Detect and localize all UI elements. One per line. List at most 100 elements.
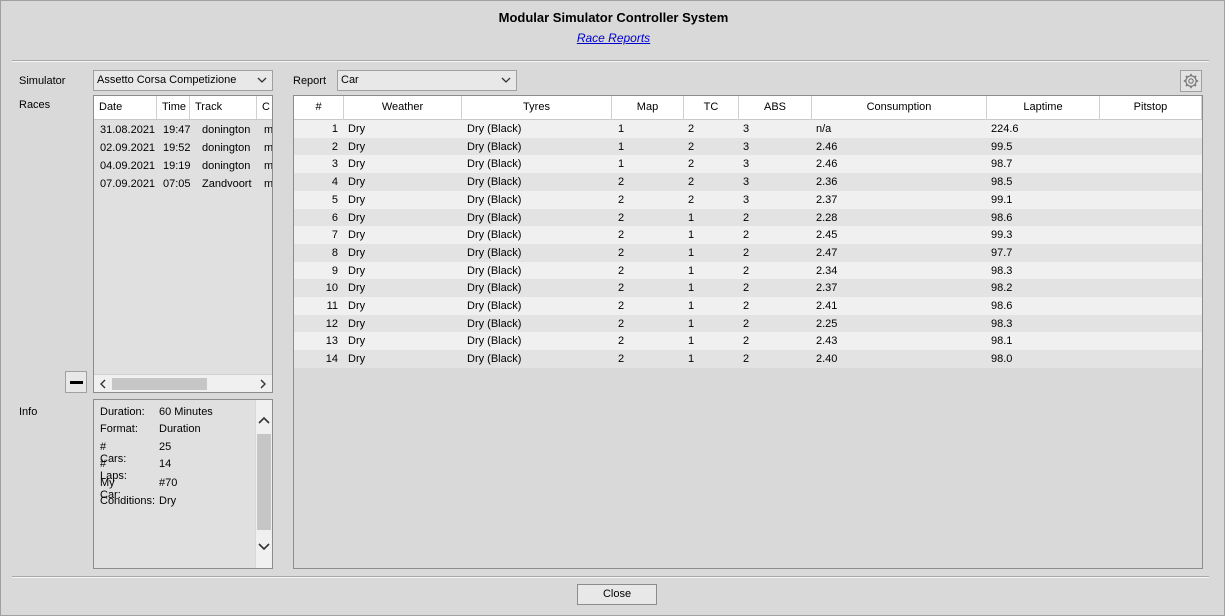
remove-race-button[interactable] [65, 371, 87, 393]
cell-tyres: Dry (Black) [467, 353, 522, 366]
column-header-time[interactable]: Time [157, 96, 190, 119]
scrollbar-thumb[interactable] [112, 378, 207, 390]
cell-laptime: 98.2 [991, 282, 1013, 295]
cell-map: 2 [618, 246, 625, 259]
cell-map: 1 [618, 123, 625, 135]
races-list[interactable]: Date Time Track C 31.08.2021 19:47 doningt… [93, 95, 273, 393]
cell-abs: 2 [743, 317, 750, 330]
cell-weather: Dry [348, 300, 366, 312]
cell-number: 3 [331, 158, 338, 171]
table-row[interactable]: 4 Dry Dry (Black) 2 2 3 2.36 98.5 [294, 173, 1202, 192]
report-label: Report [293, 75, 327, 87]
table-row[interactable]: 9 Dry Dry (Black) 2 1 2 2.34 98.3 [294, 261, 1202, 280]
chevron-down-icon[interactable] [257, 539, 271, 553]
table-row[interactable]: 12 Dry Dry (Black) 2 1 2 2.25 98.3 [294, 314, 1202, 333]
table-row[interactable]: 14 Dry Dry (Black) 2 1 2 2.40 98.0 [294, 350, 1202, 369]
info-key: Duration: [100, 406, 145, 418]
table-row[interactable]: 13 Dry Dry (Black) 2 1 2 2.43 98.1 [294, 332, 1202, 351]
cell-weather: Dry [348, 353, 366, 366]
column-header-c[interactable]: C [257, 96, 272, 119]
report-dropdown[interactable]: Car [337, 70, 517, 91]
table-row[interactable]: 8 Dry Dry (Black) 2 1 2 2.47 97.7 [294, 243, 1202, 262]
cell-abs: 2 [743, 211, 750, 224]
info-value: Duration [159, 423, 201, 435]
cell-tyres: Dry (Black) [467, 317, 522, 330]
cell-abs: 3 [743, 193, 750, 206]
simulator-dropdown-value: Assetto Corsa Competizione [97, 74, 237, 86]
races-horizontal-scrollbar[interactable] [94, 374, 272, 392]
close-button[interactable]: Close [577, 584, 657, 605]
list-item[interactable]: 02.09.2021 19:52 donington m [94, 139, 273, 157]
race-c: m [264, 124, 273, 136]
cell-consumption: 2.46 [816, 140, 838, 153]
column-header-pitstop[interactable]: Pitstop [1100, 96, 1202, 120]
simulator-label: Simulator [19, 75, 66, 87]
chevron-left-icon[interactable] [96, 377, 110, 391]
report-table-header: # Weather Tyres Map TC ABS Consumption Laptime P… [294, 96, 1202, 120]
cell-tyres: Dry (Black) [467, 264, 522, 277]
table-row[interactable]: 5 Dry Dry (Black) 2 2 3 2.37 99.1 [294, 190, 1202, 209]
cell-laptime: 98.7 [991, 158, 1013, 171]
cell-abs: 2 [743, 264, 750, 277]
cell-map: 2 [618, 353, 625, 366]
cell-number: 12 [325, 317, 338, 330]
list-item[interactable]: 31.08.2021 19:47 donington m [94, 121, 273, 139]
cell-laptime: 98.3 [991, 317, 1013, 330]
chevron-right-icon[interactable] [256, 377, 270, 391]
simulator-dropdown[interactable]: Assetto Corsa Competizione [93, 70, 273, 91]
gear-icon [1183, 73, 1199, 89]
list-item[interactable]: 04.09.2021 19:19 donington m [94, 157, 272, 175]
table-row[interactable]: 2 Dry Dry (Black) 1 2 3 2.46 99.5 [294, 137, 1202, 156]
cell-number: 14 [325, 353, 338, 366]
report-dropdown-value: Car [341, 74, 359, 86]
cell-abs: 3 [743, 176, 750, 189]
settings-button[interactable] [1180, 70, 1202, 92]
cell-laptime: 99.1 [991, 193, 1013, 206]
column-header-laptime[interactable]: Laptime [987, 96, 1100, 120]
cell-tyres: Dry (Black) [467, 335, 522, 348]
column-header-track[interactable]: Track [190, 96, 257, 119]
cell-consumption: 2.25 [816, 317, 838, 330]
cell-tyres: Dry (Black) [467, 176, 522, 189]
column-header-weather[interactable]: Weather [344, 96, 462, 120]
cell-weather: Dry [348, 335, 366, 348]
table-row[interactable]: 7 Dry Dry (Black) 2 1 2 2.45 99.3 [294, 226, 1202, 245]
cell-map: 2 [618, 317, 625, 330]
cell-weather: Dry [348, 158, 366, 171]
table-row[interactable]: 1 Dry Dry (Black) 1 2 3 n/a 224.6 [294, 120, 1202, 138]
race-c: m [264, 142, 273, 154]
cell-map: 2 [618, 282, 625, 295]
column-header-tc[interactable]: TC [684, 96, 739, 120]
cell-consumption: 2.43 [816, 335, 838, 348]
cell-number: 10 [325, 282, 338, 295]
cell-tc: 1 [688, 246, 695, 259]
info-label: Info [19, 406, 38, 418]
cell-tc: 1 [688, 300, 695, 312]
race-c: m [264, 178, 273, 190]
cell-map: 1 [618, 140, 625, 153]
cell-tc: 1 [688, 264, 695, 277]
info-vertical-scrollbar[interactable] [255, 400, 272, 568]
table-row[interactable]: 10 Dry Dry (Black) 2 1 2 2.37 98.2 [294, 279, 1202, 298]
report-table[interactable]: # Weather Tyres Map TC ABS Consumption Laptime P… [293, 95, 1203, 569]
cell-number: 2 [331, 140, 338, 153]
race-track: donington [202, 142, 251, 154]
table-row[interactable]: 11 Dry Dry (Black) 2 1 2 2.41 98.6 [294, 297, 1202, 315]
cell-consumption: 2.37 [816, 193, 838, 206]
cell-tc: 2 [688, 140, 695, 153]
column-header-map[interactable]: Map [612, 96, 684, 120]
table-row[interactable]: 6 Dry Dry (Black) 2 1 2 2.28 98.6 [294, 208, 1202, 227]
column-header-tyres[interactable]: Tyres [462, 96, 612, 120]
column-header-date[interactable]: Date [94, 96, 157, 119]
info-value: #70 [159, 477, 178, 489]
column-header-number[interactable]: # [294, 96, 344, 120]
table-row[interactable]: 3 Dry Dry (Black) 1 2 3 2.46 98.7 [294, 155, 1202, 174]
cell-tc: 1 [688, 282, 695, 295]
column-header-abs[interactable]: ABS [739, 96, 812, 120]
chevron-up-icon[interactable] [257, 414, 271, 428]
scrollbar-thumb[interactable] [257, 434, 271, 530]
cell-tc: 1 [688, 335, 695, 348]
column-header-consumption[interactable]: Consumption [812, 96, 987, 120]
list-item[interactable]: 07.09.2021 07:05 Zandvoort m [94, 175, 273, 193]
race-reports-link[interactable]: Race Reports [577, 31, 650, 45]
